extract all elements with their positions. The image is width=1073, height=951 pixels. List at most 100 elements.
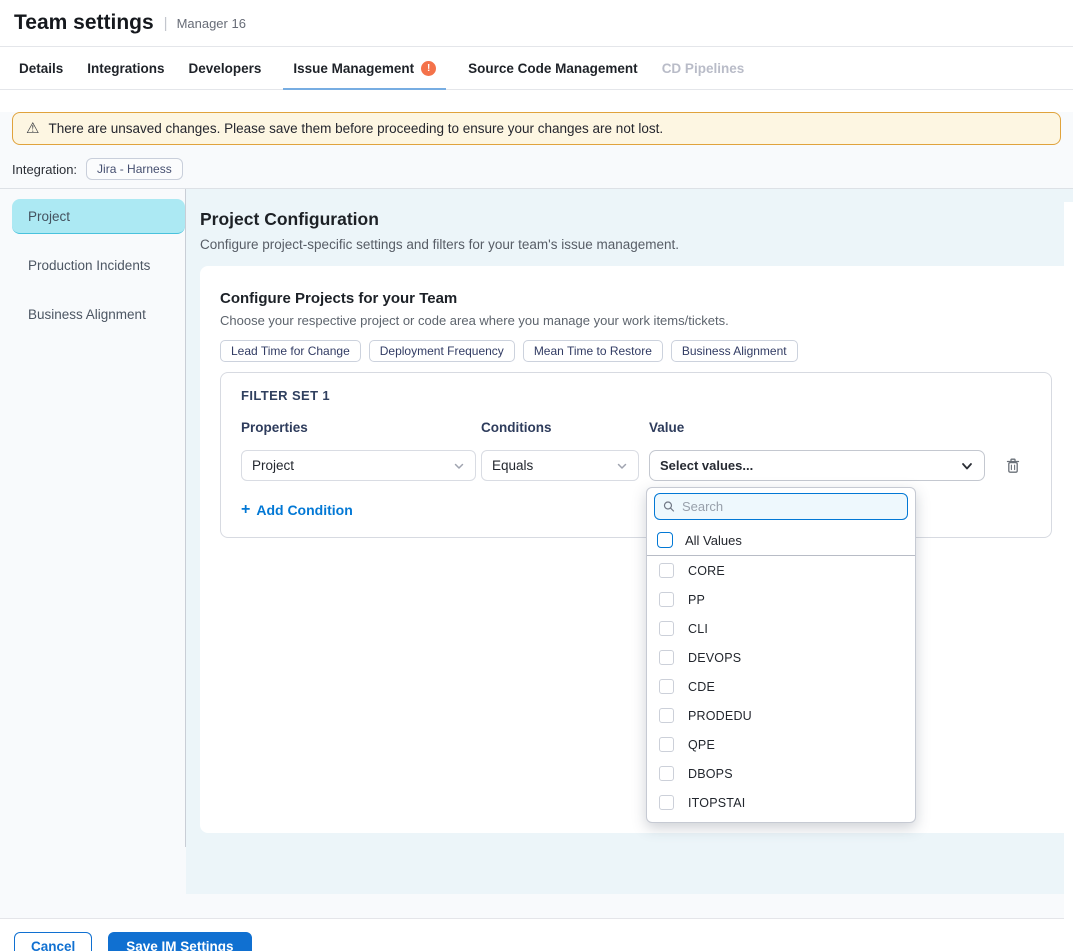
tab-label: Integrations bbox=[87, 61, 164, 76]
plus-icon: + bbox=[241, 501, 250, 519]
metric-chips-row: Lead Time for Change Deployment Frequenc… bbox=[220, 340, 1052, 362]
footer-action-bar: Cancel Save IM Settings bbox=[0, 918, 1073, 951]
project-configuration-section: Project Configuration Configure project-… bbox=[186, 189, 1073, 894]
integration-row: Integration: Jira - Harness bbox=[12, 158, 1073, 180]
filter-set-1: FILTER SET 1 Properties Conditions Value… bbox=[220, 372, 1052, 538]
sidebar-item-project[interactable]: Project bbox=[12, 199, 185, 234]
option-label: CORE bbox=[688, 564, 725, 578]
property-select-value: Project bbox=[252, 458, 294, 473]
title-separator: | bbox=[164, 15, 168, 32]
option-pp[interactable]: PP bbox=[647, 585, 915, 614]
team-name-label: Manager 16 bbox=[177, 16, 246, 31]
conditions-column-label: Conditions bbox=[481, 420, 649, 435]
search-icon bbox=[663, 500, 675, 513]
integration-chip[interactable]: Jira - Harness bbox=[86, 158, 183, 180]
option-core[interactable]: CORE bbox=[647, 556, 915, 585]
option-pipe[interactable]: PIPE bbox=[647, 817, 915, 823]
select-all-values-row[interactable]: All Values bbox=[647, 525, 915, 556]
sidebar-item-label: Production Incidents bbox=[28, 258, 150, 273]
settings-tabs: Details Integrations Developers Issue Ma… bbox=[0, 47, 1073, 90]
option-checkbox[interactable] bbox=[659, 708, 674, 723]
condition-select-value: Equals bbox=[492, 458, 533, 473]
add-condition-label: Add Condition bbox=[256, 502, 352, 518]
sidebar-item-production-incidents[interactable]: Production Incidents bbox=[12, 248, 185, 283]
option-prodedu[interactable]: PRODEDU bbox=[647, 701, 915, 730]
chevron-down-icon bbox=[453, 460, 465, 472]
section-subtitle: Configure project-specific settings and … bbox=[200, 237, 1073, 252]
page-title: Team settings bbox=[14, 11, 154, 35]
option-checkbox[interactable] bbox=[659, 592, 674, 607]
option-label: CLI bbox=[688, 622, 708, 636]
tab-details[interactable]: Details bbox=[17, 47, 65, 89]
all-values-label: All Values bbox=[685, 533, 742, 548]
option-itopstai[interactable]: ITOPSTAI bbox=[647, 788, 915, 817]
option-checkbox[interactable] bbox=[659, 563, 674, 578]
sidebar-item-business-alignment[interactable]: Business Alignment bbox=[12, 297, 185, 332]
warning-message: There are unsaved changes. Please save t… bbox=[48, 121, 663, 136]
add-condition-button[interactable]: + Add Condition bbox=[241, 501, 353, 519]
card-subtitle: Choose your respective project or code a… bbox=[220, 313, 1052, 328]
tab-label: Details bbox=[19, 61, 63, 76]
option-label: CDE bbox=[688, 680, 715, 694]
search-input[interactable] bbox=[682, 499, 899, 514]
tab-label: Developers bbox=[189, 61, 262, 76]
sidebar-item-label: Project bbox=[28, 209, 70, 224]
sidebar-item-label: Business Alignment bbox=[28, 307, 146, 322]
integration-label: Integration: bbox=[12, 162, 77, 177]
all-values-checkbox[interactable] bbox=[657, 532, 673, 548]
value-dropdown-panel: All Values CORE PP CLI DEVOPS CDE PRODED… bbox=[646, 487, 916, 823]
chevron-down-icon bbox=[960, 459, 974, 473]
properties-column-label: Properties bbox=[241, 420, 481, 435]
trash-icon bbox=[1005, 457, 1021, 475]
option-checkbox[interactable] bbox=[659, 679, 674, 694]
option-checkbox[interactable] bbox=[659, 650, 674, 665]
value-column-label: Value bbox=[649, 420, 684, 435]
option-label: PRODEDU bbox=[688, 709, 752, 723]
cancel-button[interactable]: Cancel bbox=[14, 932, 92, 951]
tab-label: Source Code Management bbox=[468, 61, 638, 76]
option-dbops[interactable]: DBOPS bbox=[647, 759, 915, 788]
option-checkbox[interactable] bbox=[659, 737, 674, 752]
option-cde[interactable]: CDE bbox=[647, 672, 915, 701]
option-qpe[interactable]: QPE bbox=[647, 730, 915, 759]
save-im-settings-button[interactable]: Save IM Settings bbox=[108, 932, 251, 951]
option-checkbox[interactable] bbox=[659, 621, 674, 636]
filter-set-title: FILTER SET 1 bbox=[241, 388, 1031, 403]
sidebar-divider bbox=[185, 189, 186, 847]
delete-condition-button[interactable] bbox=[1005, 457, 1021, 475]
option-label: QPE bbox=[688, 738, 715, 752]
tab-source-code-management[interactable]: Source Code Management bbox=[466, 47, 640, 89]
condition-select[interactable]: Equals bbox=[481, 450, 639, 481]
warning-triangle-icon: ⚠ bbox=[26, 121, 39, 136]
option-checkbox[interactable] bbox=[659, 766, 674, 781]
value-select-placeholder: Select values... bbox=[660, 458, 753, 473]
team-settings-page: Team settings | Manager 16 Details Integ… bbox=[0, 0, 1073, 951]
card-title: Configure Projects for your Team bbox=[220, 290, 1052, 307]
property-select[interactable]: Project bbox=[241, 450, 476, 481]
filter-condition-row: Project Equals Select values... bbox=[241, 450, 1031, 481]
filter-column-headers: Properties Conditions Value bbox=[241, 420, 1031, 435]
tab-label: Issue Management bbox=[293, 61, 414, 76]
section-title: Project Configuration bbox=[200, 209, 1073, 230]
unsaved-changes-banner: ⚠ There are unsaved changes. Please save… bbox=[12, 112, 1061, 145]
configure-projects-card: Configure Projects for your Team Choose … bbox=[200, 266, 1073, 833]
tab-integrations[interactable]: Integrations bbox=[85, 47, 166, 89]
option-cli[interactable]: CLI bbox=[647, 614, 915, 643]
chip-deployment-frequency[interactable]: Deployment Frequency bbox=[369, 340, 515, 362]
chip-mean-time-to-restore[interactable]: Mean Time to Restore bbox=[523, 340, 663, 362]
chip-lead-time-for-change[interactable]: Lead Time for Change bbox=[220, 340, 361, 362]
option-label: DEVOPS bbox=[688, 651, 741, 665]
tab-developers[interactable]: Developers bbox=[187, 47, 264, 89]
option-checkbox[interactable] bbox=[659, 795, 674, 810]
option-label: PP bbox=[688, 593, 705, 607]
tab-label: CD Pipelines bbox=[662, 61, 745, 76]
option-label: DBOPS bbox=[688, 767, 733, 781]
tab-issue-management[interactable]: Issue Management ! bbox=[283, 47, 446, 89]
option-devops[interactable]: DEVOPS bbox=[647, 643, 915, 672]
chip-business-alignment[interactable]: Business Alignment bbox=[671, 340, 798, 362]
value-multiselect[interactable]: Select values... bbox=[649, 450, 985, 481]
tab-cd-pipelines: CD Pipelines bbox=[660, 47, 747, 89]
page-header: Team settings | Manager 16 bbox=[0, 0, 1073, 47]
chevron-down-icon bbox=[616, 460, 628, 472]
dropdown-search-box[interactable] bbox=[654, 493, 908, 520]
